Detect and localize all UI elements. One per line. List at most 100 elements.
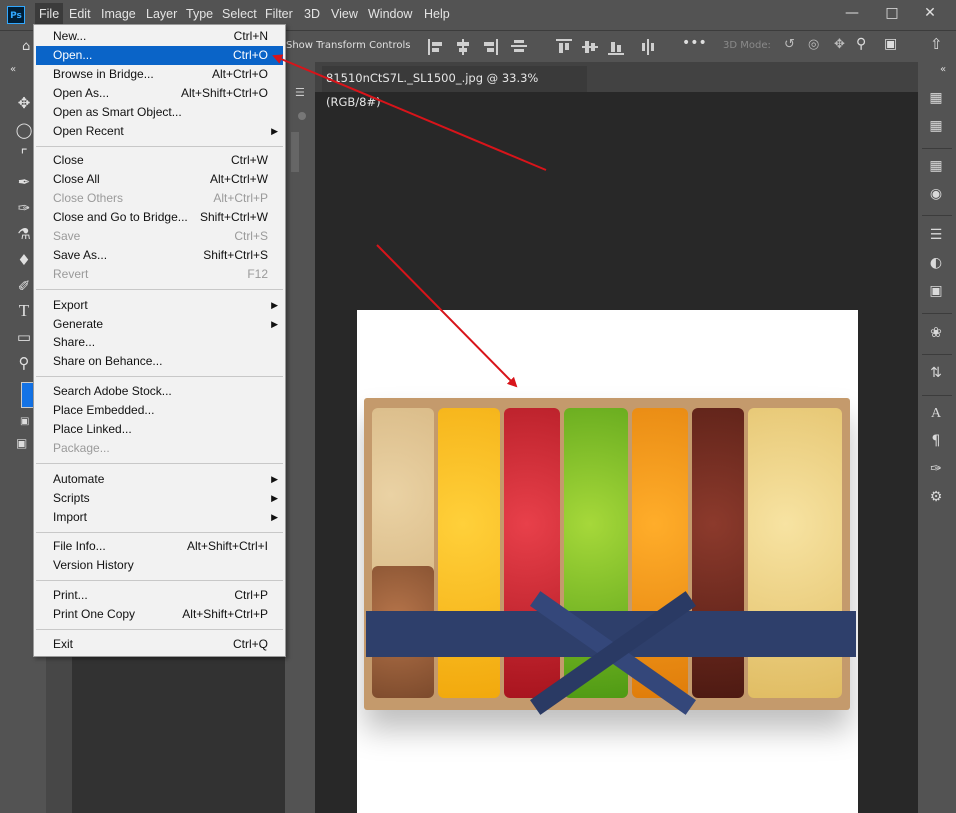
menu-item-close-others: Close Others Alt+Ctrl+P [53, 191, 268, 205]
align-vertical-centers-icon[interactable] [582, 39, 600, 55]
menu-separator [36, 629, 283, 630]
menu-item-place-embedded[interactable]: Place Embedded... [36, 401, 283, 420]
panel-separator [922, 354, 952, 355]
submenu-arrow-icon: ▶ [271, 474, 278, 484]
menu-file[interactable]: File [35, 3, 64, 25]
submenu-arrow-icon: ▶ [271, 126, 278, 136]
menu-item-open-as-smart-object[interactable]: Open as Smart Object... [36, 103, 283, 122]
expand-panels-icon[interactable]: « [940, 64, 946, 75]
submenu-arrow-icon: ▶ [271, 300, 278, 310]
menu-edit[interactable]: Edit [69, 7, 91, 21]
menu-select[interactable]: Select [222, 7, 257, 21]
search-icon[interactable]: ⚲ [856, 36, 866, 52]
brushes-panel-icon[interactable]: ✑ [924, 458, 948, 480]
submenu-arrow-icon: ▶ [271, 512, 278, 522]
distribute-vertical-icon[interactable] [640, 39, 658, 55]
share-icon[interactable]: ⇧ [930, 35, 943, 53]
panel-scrollbar[interactable] [291, 132, 299, 172]
menu-layer[interactable]: Layer [146, 7, 177, 21]
panel-menu-icon[interactable]: ☰ [295, 86, 305, 99]
document-tab[interactable]: 81510nCtS7L._SL1500_.jpg @ 33.3% (RGB/8#… [322, 66, 587, 109]
menu-item-open-recent[interactable]: Open Recent ▶ [36, 122, 283, 141]
align-left-edges-icon[interactable] [428, 39, 446, 55]
default-colors-icon[interactable]: ▣ [20, 416, 29, 427]
panel-separator [922, 313, 952, 314]
menu-item-scripts[interactable]: Scripts ▶ [36, 489, 283, 508]
history-panel-icon[interactable]: ❀ [924, 322, 948, 344]
3d-pan-icon[interactable]: ✥ [834, 37, 845, 52]
menu-type[interactable]: Type [186, 7, 213, 21]
menu-item-generate[interactable]: Generate ▶ [36, 315, 283, 334]
menu-separator [36, 580, 283, 581]
align-horizontal-centers-icon[interactable] [454, 39, 472, 55]
menu-item-open[interactable]: Open... Ctrl+O [36, 46, 283, 65]
maximize-icon[interactable]: □ [882, 3, 902, 23]
menu-item-new[interactable]: New... Ctrl+N [36, 27, 283, 46]
menu-item-search-adobe-stock[interactable]: Search Adobe Stock... [36, 382, 283, 401]
more-options-icon[interactable]: ••• [682, 35, 707, 51]
photoshop-logo-icon: Ps [7, 6, 25, 24]
distribute-icon[interactable] [510, 39, 528, 55]
show-transform-controls-label[interactable]: Show Transform Controls [286, 40, 410, 51]
menu-item-close[interactable]: Close Ctrl+W [36, 151, 283, 170]
menu-item-share[interactable]: Share... [36, 333, 283, 352]
brush-settings-panel-icon[interactable]: ⚙ [924, 486, 948, 508]
menu-separator [36, 146, 283, 147]
menu-item-open-as[interactable]: Open As... Alt+Shift+Ctrl+O [36, 84, 283, 103]
menu-item-revert: Revert F12 [53, 267, 268, 281]
workspace-icon[interactable]: ▣ [884, 36, 897, 52]
menu-view[interactable]: View [331, 7, 358, 21]
file-menu-dropdown: New... Ctrl+N Open... Ctrl+O Browse in Bri… [33, 24, 286, 657]
menu-item-place-linked[interactable]: Place Linked... [36, 420, 283, 439]
submenu-arrow-icon: ▶ [271, 493, 278, 503]
menu-separator [36, 376, 283, 377]
menu-item-package: Package... [53, 441, 110, 455]
libraries-panel-icon[interactable]: ▣ [924, 280, 948, 302]
layers-panel-icon[interactable]: ▦ [924, 155, 948, 177]
menu-item-close-all[interactable]: Close All Alt+Ctrl+W [36, 170, 283, 189]
collapse-tools-icon[interactable]: « [10, 64, 16, 75]
actions-panel-icon[interactable]: ⇅ [924, 362, 948, 384]
menu-item-share-on-behance[interactable]: Share on Behance... [36, 352, 283, 371]
submenu-arrow-icon: ▶ [271, 319, 278, 329]
color-panel-icon[interactable]: ▦ [924, 87, 948, 109]
menu-item-save-as[interactable]: Save As... Shift+Ctrl+S [36, 246, 283, 265]
quick-mask-icon[interactable]: ▣ [16, 436, 27, 450]
paragraph-panel-icon[interactable]: ¶ [924, 430, 948, 452]
menu-help[interactable]: Help [424, 7, 450, 21]
menu-item-export[interactable]: Export ▶ [36, 296, 283, 315]
align-right-edges-icon[interactable] [480, 39, 498, 55]
3d-roll-icon[interactable]: ◎ [808, 37, 819, 52]
menu-item-print-one-copy[interactable]: Print One Copy Alt+Shift+Ctrl+P [36, 605, 283, 624]
swatches-panel-icon[interactable]: ▦ [924, 115, 948, 137]
character-panel-icon[interactable]: A [924, 403, 948, 425]
align-top-edges-icon[interactable] [556, 39, 574, 55]
panel-dot-icon [298, 112, 306, 120]
close-icon[interactable]: ✕ [920, 3, 940, 23]
menu-item-print[interactable]: Print... Ctrl+P [36, 586, 283, 605]
menu-image[interactable]: Image [101, 7, 136, 21]
menu-item-file-info[interactable]: File Info... Alt+Shift+Ctrl+I [36, 537, 283, 556]
menu-3d[interactable]: 3D [304, 7, 320, 21]
3d-orbit-icon[interactable]: ↺ [784, 37, 795, 52]
menu-item-close-and-go-to-bridge[interactable]: Close and Go to Bridge... Shift+Ctrl+W [36, 208, 283, 227]
menu-filter[interactable]: Filter [265, 7, 293, 21]
menu-window[interactable]: Window [368, 7, 412, 21]
document-canvas[interactable] [357, 310, 858, 813]
panel-separator [922, 395, 952, 396]
menu-item-automate[interactable]: Automate ▶ [36, 470, 283, 489]
adjustments-panel-icon[interactable]: ☰ [924, 224, 948, 246]
align-bottom-edges-icon[interactable] [608, 39, 626, 55]
collapsed-panel-strip: ☰ [285, 62, 315, 813]
minimize-icon[interactable]: — [842, 3, 862, 23]
menu-item-browse-in-bridge[interactable]: Browse in Bridge... Alt+Ctrl+O [36, 65, 283, 84]
menu-item-import[interactable]: Import ▶ [36, 508, 283, 527]
home-icon[interactable]: ⌂ [22, 39, 30, 54]
menu-item-exit[interactable]: Exit Ctrl+Q [36, 635, 283, 654]
channels-panel-icon[interactable]: ◉ [924, 183, 948, 205]
menu-item-save: Save Ctrl+S [53, 229, 268, 243]
properties-panel-icon[interactable]: ◐ [924, 252, 948, 274]
menu-separator [36, 463, 283, 464]
menu-separator [36, 289, 283, 290]
menu-item-version-history[interactable]: Version History [36, 556, 283, 575]
